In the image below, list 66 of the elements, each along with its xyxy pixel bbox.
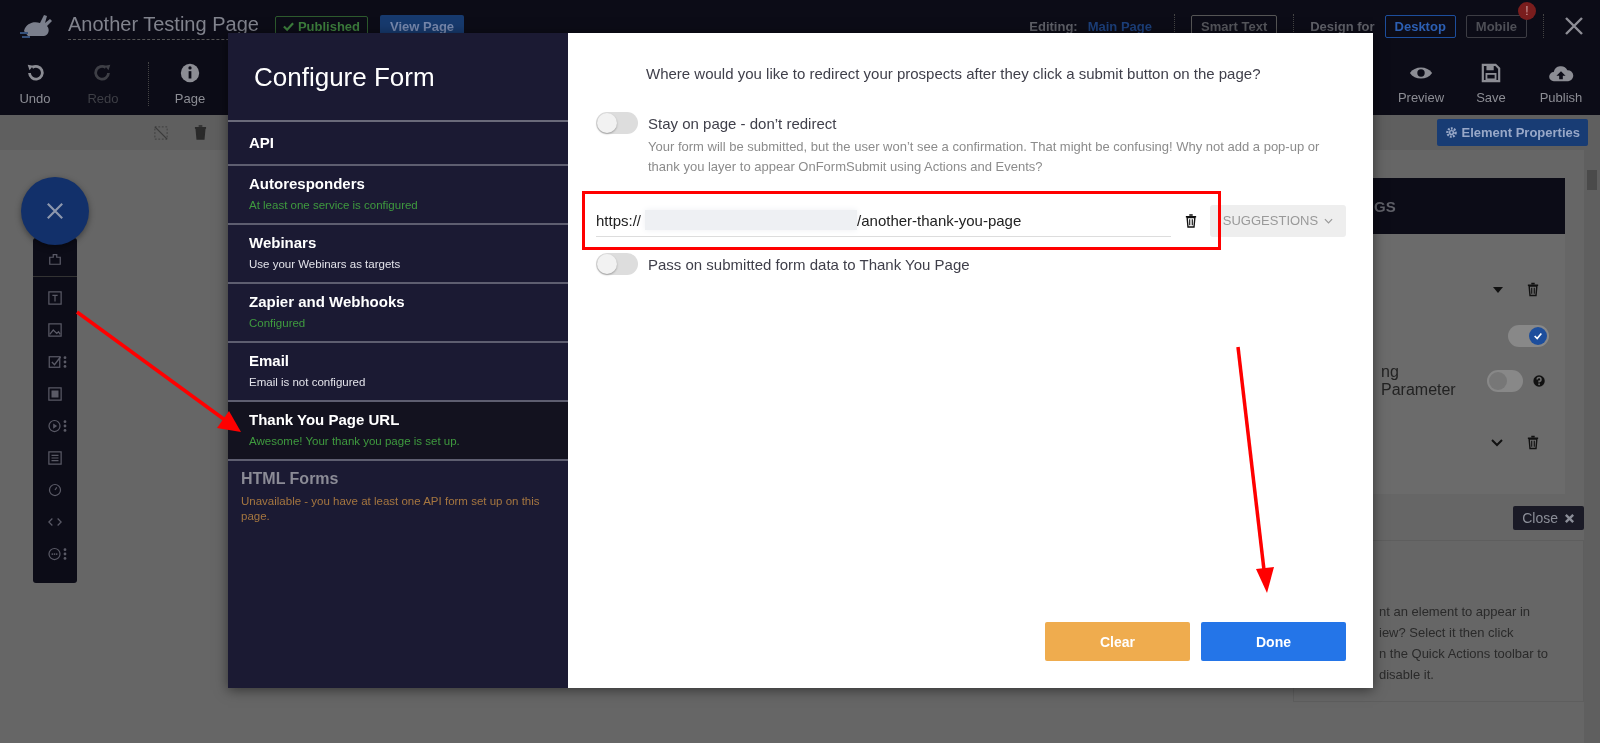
menu-item-status: Awesome! Your thank you page is set up. xyxy=(249,434,461,449)
check-icon xyxy=(282,20,294,32)
tip-text: n the Quick Actions toolbar to xyxy=(1379,645,1550,663)
help-icon[interactable] xyxy=(1532,374,1545,388)
timer-icon[interactable] xyxy=(48,483,62,497)
more-icon[interactable] xyxy=(48,547,68,561)
question-text: Where would you like to redirect your prospects after they click a submit button on the page? xyxy=(646,64,1262,84)
scrollbar[interactable] xyxy=(1584,150,1600,743)
done-button[interactable]: Done xyxy=(1201,622,1346,661)
toggle-label: Stay on page - don’t redirect xyxy=(648,114,837,132)
text-icon[interactable] xyxy=(48,291,62,305)
puzzle-icon[interactable] xyxy=(48,252,62,266)
deselect-icon[interactable] xyxy=(154,125,168,140)
toolbar-button[interactable]: Save xyxy=(1462,62,1520,105)
play-icon[interactable] xyxy=(48,419,68,433)
panel-header-title: GS xyxy=(1374,197,1396,215)
url-field[interactable]: https:// /another-thank-you-page xyxy=(596,204,1171,237)
menu-item-status: At least one service is configured xyxy=(249,198,419,213)
check-icon xyxy=(1533,331,1543,341)
close-button[interactable]: Close xyxy=(1513,506,1584,530)
toggle-label: Pass on submitted form data to Thank You Page xyxy=(648,255,970,273)
menu-item-title: API xyxy=(249,134,275,151)
close-icon xyxy=(46,202,64,220)
tip-text: iew? Select it then click xyxy=(1379,624,1515,642)
close-icon[interactable] xyxy=(1564,16,1584,36)
code-icon[interactable] xyxy=(48,515,62,529)
close-icon xyxy=(1564,512,1575,524)
menu-item-status: Use your Webinars as targets xyxy=(249,257,402,272)
device-toggle[interactable]: Desktop xyxy=(1384,14,1456,38)
toggle-switch[interactable] xyxy=(596,112,638,134)
menu-item[interactable]: Thank You Page URL Awesome! Your thank you page is set up. xyxy=(228,402,568,461)
close-fab-button[interactable] xyxy=(21,177,89,245)
menu-item-title: HTML Forms xyxy=(241,470,340,488)
chevron-down-icon[interactable] xyxy=(1491,438,1503,447)
toolbar-button[interactable]: Preview xyxy=(1392,62,1450,105)
trash-icon[interactable] xyxy=(1185,213,1197,228)
element-properties-button[interactable]: Element Properties xyxy=(1436,119,1588,146)
toggle-switch[interactable] xyxy=(1508,325,1549,347)
editing-label: Editing: xyxy=(1029,18,1078,34)
tip-text: disable it. xyxy=(1379,666,1435,684)
checkbox-icon[interactable] xyxy=(48,355,68,369)
alert-badge: ! xyxy=(1518,1,1536,20)
tip-text: nt an element to appear in xyxy=(1379,603,1532,621)
toolbar-button[interactable]: Undo xyxy=(12,61,58,106)
design-for-label: Design for xyxy=(1310,18,1375,34)
image-icon[interactable] xyxy=(48,323,62,337)
caret-icon[interactable] xyxy=(1493,286,1503,293)
chevron-down-icon xyxy=(1324,217,1334,224)
square-icon[interactable] xyxy=(48,387,62,401)
menu-item-status: Unavailable - you have at least one API form set up on this page. xyxy=(241,494,541,524)
gear-icon xyxy=(1444,126,1458,139)
menu-item-status: Configured xyxy=(249,316,307,331)
list-icon[interactable] xyxy=(48,451,62,465)
help-text: Your form will be submitted, but the user won’t see a confirmation. That might be confusing! Why not add a pop-up or thank you layer to appear OnFormSubmit using Actions and Events? xyxy=(648,138,1321,176)
toggle-switch[interactable] xyxy=(1487,370,1523,392)
menu-item-title: Autoresponders xyxy=(249,175,366,192)
toolbar-button[interactable]: Publish xyxy=(1532,62,1590,105)
info-icon xyxy=(179,61,201,84)
menu-item-title: Zapier and Webhooks xyxy=(249,293,406,310)
menu-item-title: Thank You Page URL xyxy=(249,411,401,428)
menu-item-status: Email is not configured xyxy=(249,375,367,390)
setting-label: ng Parameter xyxy=(1380,363,1457,399)
menu-item-title: Webinars xyxy=(249,234,318,251)
toolbar-button[interactable]: Page xyxy=(167,61,213,106)
menu-item-title: Email xyxy=(249,352,291,369)
toggle-switch[interactable] xyxy=(596,253,638,275)
